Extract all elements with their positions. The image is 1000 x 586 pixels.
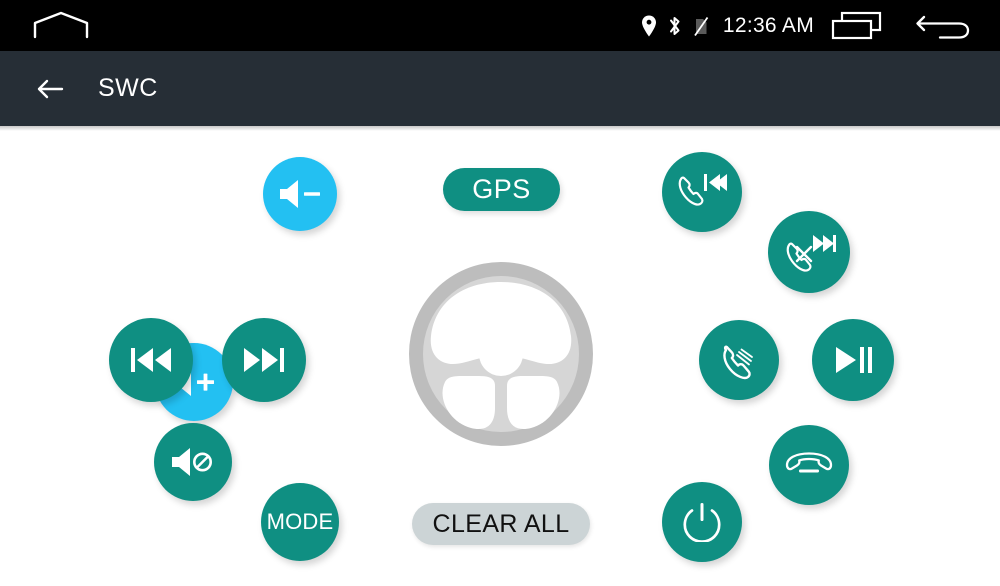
next-track-icon [240, 344, 288, 376]
previous-track-icon [127, 344, 175, 376]
app-bar: SWC [0, 51, 1000, 126]
home-outline-icon[interactable] [32, 11, 90, 39]
call-end-next-icon [781, 229, 837, 275]
volume-down-icon [277, 177, 323, 211]
location-pin-icon [640, 14, 658, 38]
call-answer-button[interactable] [699, 320, 779, 400]
mode-button[interactable]: MODE [261, 483, 339, 561]
recent-apps-icon[interactable] [830, 11, 884, 41]
mute-button[interactable] [154, 423, 232, 501]
status-bar-right: 12:36 AM [640, 0, 1000, 51]
back-arrow-icon[interactable] [916, 11, 972, 41]
previous-track-button[interactable] [109, 318, 193, 402]
swc-screen: 12:36 AM SWC GPS CLEAR ALL MODE [0, 0, 1000, 586]
gps-button[interactable]: GPS [443, 168, 560, 211]
power-icon [683, 502, 721, 542]
call-hangup-button[interactable] [769, 425, 849, 505]
volume-mute-icon [170, 445, 216, 479]
power-button[interactable] [662, 482, 742, 562]
arrow-left-icon[interactable] [34, 73, 66, 105]
bluetooth-icon [666, 14, 683, 38]
clear-all-label: CLEAR ALL [432, 509, 570, 538]
volume-down-button[interactable] [263, 157, 337, 231]
page-title: SWC [98, 74, 158, 102]
call-answer-prev-icon [675, 169, 729, 215]
steering-wheel-icon [405, 258, 597, 450]
call-end-next-button[interactable] [768, 211, 850, 293]
mode-button-label: MODE [266, 509, 334, 534]
status-clock: 12:36 AM [722, 13, 814, 37]
next-track-button[interactable] [222, 318, 306, 402]
clear-all-button[interactable]: CLEAR ALL [412, 503, 590, 545]
gps-button-label: GPS [472, 174, 531, 204]
call-answer-icon [718, 339, 760, 381]
swc-canvas: GPS CLEAR ALL MODE [0, 131, 1000, 586]
status-bar: 12:36 AM [0, 0, 1000, 51]
play-pause-button[interactable] [812, 319, 894, 401]
call-prev-button[interactable] [662, 152, 742, 232]
play-pause-icon [832, 344, 874, 376]
call-hangup-icon [785, 452, 833, 478]
sim-card-off-icon [693, 14, 709, 38]
